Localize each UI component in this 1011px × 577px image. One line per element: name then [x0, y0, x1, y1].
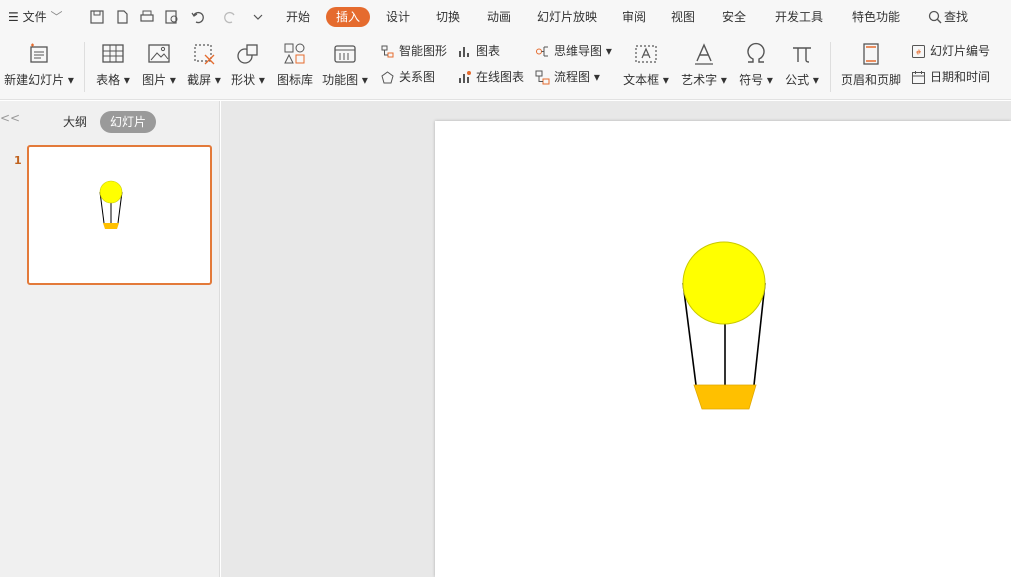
smart-art-label: 智能图形: [399, 44, 448, 58]
picture-label: 图片 ▾: [142, 73, 176, 87]
file-menu[interactable]: ☰ 文件 ﹀: [8, 0, 62, 34]
collapse-panel-icon[interactable]: <<: [0, 111, 20, 125]
table-button[interactable]: 表格 ▾: [92, 38, 134, 96]
picture-icon: [146, 41, 172, 67]
thumbnail-balloon-illustration: [99, 180, 123, 229]
ribbon-divider: [830, 42, 831, 92]
customize-toolbar-icon[interactable]: [250, 9, 266, 25]
ribbon-divider: [84, 42, 85, 92]
tab-animation[interactable]: 动画: [487, 0, 511, 34]
ribbon-toolbar: 新建幻灯片 ▾ 表格 ▾ 图片 ▾ 截屏 ▾ 形状 ▾ 图标库 功能图 ▾ 智能…: [0, 34, 1011, 117]
icon-library-label: 图标库: [276, 73, 313, 87]
new-slide-button[interactable]: 新建幻灯片 ▾: [2, 38, 76, 96]
shape-button[interactable]: 形状 ▾: [228, 38, 268, 96]
header-footer-label: 页眉和页脚: [840, 73, 901, 87]
formula-button[interactable]: 公式 ▾: [782, 38, 822, 96]
tab-security[interactable]: 安全: [722, 0, 746, 34]
slide-number: 1: [14, 154, 22, 167]
slide-canvas: [221, 101, 1011, 577]
chevron-down-icon: ﹀: [50, 10, 63, 24]
formula-label: 公式 ▾: [785, 73, 819, 87]
tab-special-features[interactable]: 特色功能: [852, 0, 900, 34]
mind-map-label: 思维导图 ▾: [554, 44, 612, 58]
text-box-label: 文本框 ▾: [623, 73, 669, 87]
word-art-icon: [691, 41, 717, 67]
tab-slides[interactable]: 幻灯片: [100, 111, 156, 133]
new-slide-icon: [26, 41, 52, 67]
hamburger-icon: ☰: [8, 10, 19, 24]
screenshot-icon: [191, 41, 217, 67]
slide-number-label: 幻灯片编号: [930, 44, 991, 58]
search-label: 查找: [944, 10, 969, 24]
chart-label: 图表: [476, 44, 501, 58]
shape-label: 形状 ▾: [231, 73, 265, 87]
flow-chart-icon: [535, 70, 550, 85]
icon-library-button[interactable]: 图标库: [273, 38, 317, 96]
symbol-button[interactable]: 符号 ▾: [736, 38, 776, 96]
new-slide-label: 新建幻灯片 ▾: [4, 73, 74, 87]
tab-transition[interactable]: 切换: [436, 0, 460, 34]
relation-chart-label: 关系图: [399, 70, 436, 84]
online-chart-icon: [457, 70, 472, 85]
header-footer-button[interactable]: 页眉和页脚: [838, 38, 904, 96]
tab-developer[interactable]: 开发工具: [775, 0, 823, 34]
relation-chart-icon: [380, 70, 395, 85]
icon-library-icon: [282, 41, 308, 67]
tab-outline[interactable]: 大纲: [63, 113, 87, 130]
date-time-label: 日期和时间: [930, 70, 991, 84]
undo-icon[interactable]: [190, 9, 206, 25]
text-box-icon: [633, 41, 659, 67]
slide-thumbnail[interactable]: [27, 145, 212, 285]
mind-map-icon: [535, 44, 550, 59]
tab-slideshow[interactable]: 幻灯片放映: [537, 0, 597, 34]
function-chart-icon: [332, 41, 358, 67]
pi-icon: [789, 41, 815, 67]
search-icon: [928, 10, 942, 24]
print-icon[interactable]: [139, 9, 155, 25]
function-chart-label: 功能图 ▾: [322, 73, 368, 87]
word-art-button[interactable]: 艺术字 ▾: [678, 38, 730, 96]
slide-number-icon: #: [911, 44, 926, 59]
svg-text:#: #: [916, 49, 922, 57]
file-menu-label: 文件: [22, 10, 47, 24]
online-chart-label: 在线图表: [476, 70, 525, 84]
text-box-button[interactable]: 文本框 ▾: [621, 38, 671, 96]
tab-view[interactable]: 视图: [671, 0, 695, 34]
function-chart-button[interactable]: 功能图 ▾: [321, 38, 369, 96]
header-footer-icon: [858, 41, 884, 67]
calendar-icon: [911, 70, 926, 85]
picture-button[interactable]: 图片 ▾: [138, 38, 180, 96]
balloon-basket[interactable]: [693, 384, 757, 410]
tab-design[interactable]: 设计: [386, 0, 410, 34]
tab-home[interactable]: 开始: [286, 0, 310, 34]
chart-icon: [457, 44, 472, 59]
screenshot-button[interactable]: 截屏 ▾: [183, 38, 225, 96]
balloon[interactable]: [682, 241, 766, 325]
save-icon[interactable]: [89, 9, 105, 25]
symbol-label: 符号 ▾: [739, 73, 773, 87]
table-icon: [100, 41, 126, 67]
tab-insert[interactable]: 插入: [326, 7, 370, 27]
slide-panel: << 大纲 幻灯片 1: [0, 101, 220, 577]
slide-page[interactable]: [435, 121, 1011, 577]
menu-bar: ☰ 文件 ﹀ 开始 插入 设计 切换 动画 幻灯片放映 审阅 视图 安全 开发工…: [0, 0, 1011, 34]
shape-icon: [235, 41, 261, 67]
word-art-label: 艺术字 ▾: [681, 73, 727, 87]
omega-icon: [743, 41, 769, 67]
print-preview-icon[interactable]: [164, 9, 180, 25]
export-pdf-icon[interactable]: [114, 9, 130, 25]
tab-review[interactable]: 审阅: [622, 0, 646, 34]
flow-chart-label: 流程图 ▾: [554, 70, 600, 84]
screenshot-label: 截屏 ▾: [187, 73, 221, 87]
smart-art-icon: [380, 44, 395, 59]
redo-icon[interactable]: [222, 9, 238, 25]
table-label: 表格 ▾: [96, 73, 130, 87]
